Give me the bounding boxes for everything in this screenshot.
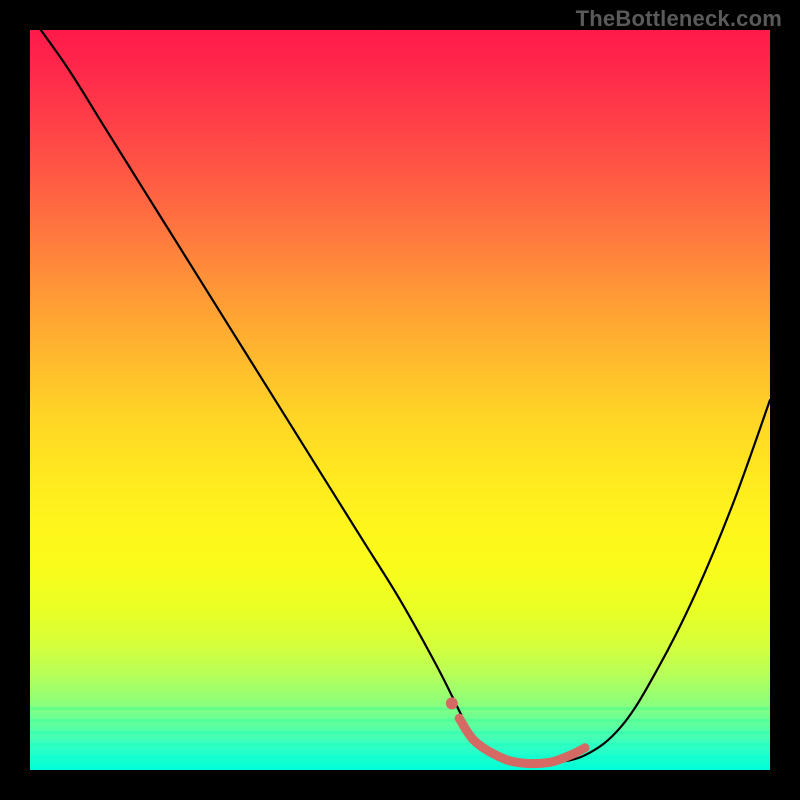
chart-container: TheBottleneck.com bbox=[0, 0, 800, 800]
main-curve bbox=[30, 30, 770, 764]
plot-area bbox=[30, 30, 770, 770]
curve-svg bbox=[30, 30, 770, 770]
watermark-text: TheBottleneck.com bbox=[576, 6, 782, 32]
highlight-segment bbox=[459, 718, 585, 763]
highlight-dot bbox=[446, 697, 458, 709]
